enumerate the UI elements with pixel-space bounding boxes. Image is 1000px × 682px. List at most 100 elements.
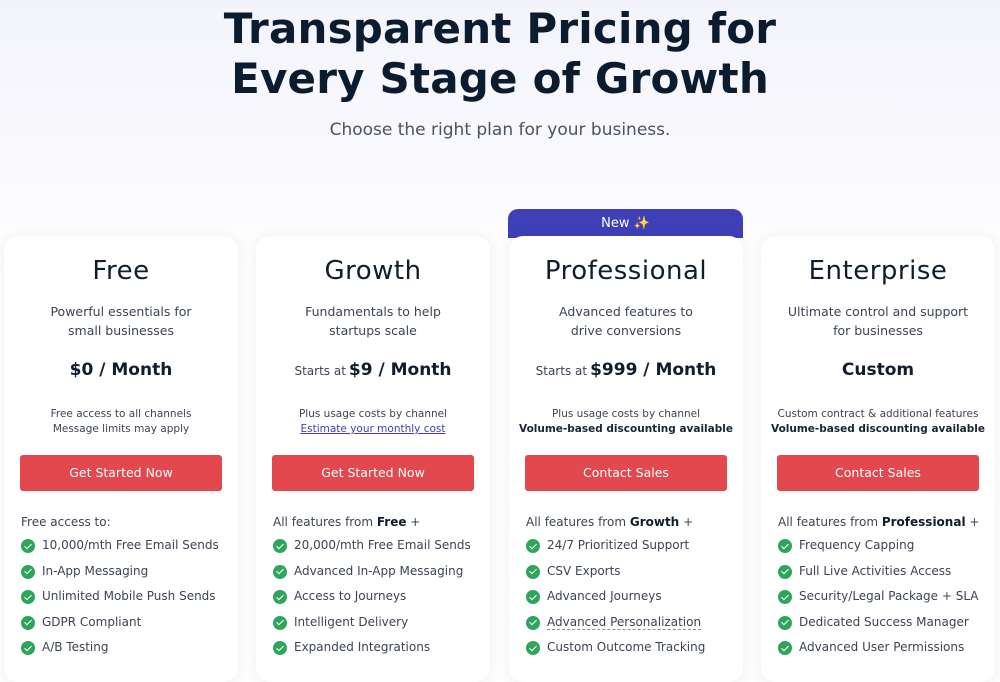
get-started-button[interactable]: Get Started Now <box>272 455 474 491</box>
feature-item: Expanded Integrations <box>273 640 487 666</box>
plan-description: Ultimate control and support for busines… <box>781 302 975 340</box>
features-heading-text: All features from <box>778 515 879 529</box>
page-subtitle: Choose the right plan for your business. <box>329 120 671 140</box>
features-heading-suffix: + <box>410 515 421 529</box>
check-icon <box>778 564 792 579</box>
feature-label: 20,000/mth Free Email Sends <box>294 538 471 552</box>
contact-sales-button[interactable]: Contact Sales <box>525 455 727 491</box>
price-amount: $9 / Month <box>348 360 452 380</box>
feature-label: Advanced Journeys <box>547 589 662 603</box>
feature-label: Expanded Integrations <box>294 640 431 654</box>
plan-note-line: Plus usage costs by channel <box>298 408 448 420</box>
feature-label: Unlimited Mobile Push Sends <box>42 589 216 603</box>
plan-price: Custom <box>761 360 995 380</box>
check-icon <box>526 590 540 604</box>
feature-item: A/B Testing <box>21 640 235 666</box>
features-heading: All features from Growth + <box>526 515 740 529</box>
features-heading-text: All features from <box>526 515 627 529</box>
feature-item: 10,000/mth Free Email Sends <box>21 538 235 564</box>
plan-note-line: Custom contract & additional features <box>777 408 979 420</box>
check-icon <box>21 641 35 655</box>
page-title-line-2: Every Stage of Growth <box>231 54 769 103</box>
features-heading-suffix: + <box>683 515 694 529</box>
plan-description-line: for businesses <box>833 323 923 338</box>
feature-label: Advanced In-App Messaging <box>294 563 464 578</box>
feature-label: A/B Testing <box>42 640 109 654</box>
price-amount: $999 / Month <box>590 360 717 380</box>
check-icon <box>21 564 35 579</box>
feature-item: Advanced In-App Messaging <box>273 564 487 590</box>
plan-note: Plus usage costs by channel Volume-based… <box>513 407 739 437</box>
check-icon <box>273 615 287 630</box>
price-prefix: Starts at <box>535 364 588 378</box>
feature-item: Frequency Capping <box>778 538 992 564</box>
feature-label: 24/7 Prioritized Support <box>547 538 690 552</box>
feature-label: Full Live Activities Access <box>799 563 952 578</box>
feature-list: 20,000/mth Free Email Sends Advanced In-… <box>273 538 487 666</box>
plan-note-line: Message limits may apply <box>52 423 190 435</box>
check-icon <box>273 539 287 553</box>
feature-item: 24/7 Prioritized Support <box>526 538 740 564</box>
feature-item: Unlimited Mobile Push Sends <box>21 589 235 615</box>
plan-note-line: Free access to all channels <box>50 408 192 420</box>
feature-item: Full Live Activities Access <box>778 564 992 590</box>
feature-label: Security/Legal Package + SLA <box>799 589 979 603</box>
check-icon <box>273 564 287 579</box>
page-title-line-1: Transparent Pricing for <box>223 4 777 53</box>
features-heading: All features from Free + <box>273 515 487 529</box>
plan-description-line: Advanced features to <box>559 304 693 319</box>
check-icon <box>526 539 540 553</box>
feature-label: Intelligent Delivery <box>294 614 409 629</box>
price-amount: $0 / Month <box>69 360 173 380</box>
plan-description: Powerful essentials for small businesses <box>24 302 218 340</box>
plan-note: Custom contract & additional features Vo… <box>765 407 991 437</box>
plan-card-free: Free Powerful essentials for small busin… <box>4 236 238 682</box>
plan-note-line: Volume-based discounting available <box>519 423 733 435</box>
check-icon <box>526 564 540 579</box>
plan-description-line: Fundamentals to help <box>305 304 441 319</box>
feature-item: GDPR Compliant <box>21 615 235 641</box>
plan-description-line: drive conversions <box>570 323 682 338</box>
plan-description-line: startups scale <box>329 323 417 338</box>
price-amount: Custom <box>841 360 915 380</box>
price-prefix: Starts at <box>294 364 346 378</box>
feature-item: 20,000/mth Free Email Sends <box>273 538 487 564</box>
contact-sales-button[interactable]: Contact Sales <box>777 455 979 491</box>
plan-price: $0 / Month <box>4 360 238 380</box>
plan-name: Professional <box>544 256 708 286</box>
plan-description-line: Powerful essentials for <box>50 304 192 319</box>
features-heading-plan: Growth <box>629 515 680 529</box>
plan-note: Free access to all channels Message limi… <box>8 407 234 437</box>
plan-note: Plus usage costs by channel Estimate you… <box>260 407 486 437</box>
page-title: Transparent Pricing for Every Stage of G… <box>0 4 1000 104</box>
plan-description-line: Ultimate control and support <box>787 304 969 319</box>
plan-note-line: Volume-based discounting available <box>771 423 985 435</box>
feature-list: 24/7 Prioritized Support CSV Exports Adv… <box>526 538 740 666</box>
feature-item: In-App Messaging <box>21 564 235 590</box>
plan-description: Advanced features to drive conversions <box>529 302 723 340</box>
feature-item: CSV Exports <box>526 564 740 590</box>
feature-item: Custom Outcome Tracking <box>526 640 740 666</box>
plan-note-line: Plus usage costs by channel <box>551 408 701 420</box>
plan-price: Starts at $999 / Month <box>509 360 743 380</box>
check-icon <box>778 539 792 553</box>
feature-label: CSV Exports <box>547 563 621 578</box>
check-icon <box>273 641 287 655</box>
feature-item: Security/Legal Package + SLA <box>778 589 992 615</box>
check-icon <box>526 615 540 630</box>
check-icon <box>778 590 792 604</box>
feature-tooltip-label[interactable]: Advanced Personalization <box>547 615 702 630</box>
feature-item: Intelligent Delivery <box>273 615 487 641</box>
plan-price: Starts at $9 / Month <box>256 360 490 380</box>
get-started-button[interactable]: Get Started Now <box>20 455 222 491</box>
feature-label: Frequency Capping <box>799 538 915 552</box>
check-icon <box>21 539 35 553</box>
features-heading-text: All features from <box>273 515 374 529</box>
estimate-cost-link[interactable]: Estimate your monthly cost <box>301 423 446 435</box>
check-icon <box>526 641 540 655</box>
plan-card-growth: Growth Fundamentals to help startups sca… <box>256 236 490 682</box>
plan-card-professional: Professional Advanced features to drive … <box>509 236 743 682</box>
check-icon <box>21 615 35 630</box>
feature-label: Custom Outcome Tracking <box>547 640 706 654</box>
check-icon <box>778 641 792 655</box>
